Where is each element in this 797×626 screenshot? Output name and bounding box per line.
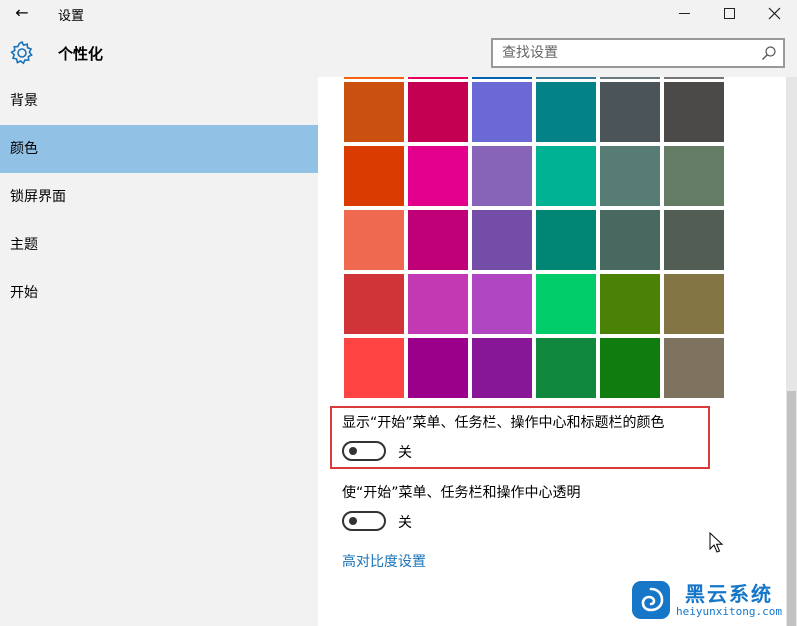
- show-color-toggle[interactable]: [342, 441, 386, 461]
- color-swatch[interactable]: [408, 274, 468, 334]
- color-swatch[interactable]: [664, 146, 724, 206]
- color-swatch[interactable]: [344, 82, 404, 142]
- color-swatch-partial[interactable]: [472, 77, 532, 79]
- watermark: 黑云系统 heiyunxitong.com: [631, 578, 791, 622]
- sidebar: 背景 颜色 锁屏界面 主题 开始: [0, 77, 318, 626]
- search-icon[interactable]: [761, 45, 777, 61]
- page-title: 个性化: [58, 45, 104, 63]
- color-swatch[interactable]: [600, 210, 660, 270]
- color-swatch[interactable]: [344, 146, 404, 206]
- color-swatch-partial[interactable]: [344, 77, 404, 79]
- gear-icon: [10, 40, 33, 65]
- sidebar-item-label: 锁屏界面: [10, 189, 66, 205]
- color-swatch[interactable]: [536, 338, 596, 398]
- back-button[interactable]: ←: [8, 2, 36, 26]
- sidebar-item-themes[interactable]: 主题: [0, 221, 318, 269]
- color-swatch[interactable]: [664, 82, 724, 142]
- color-swatch[interactable]: [344, 338, 404, 398]
- color-swatch[interactable]: [472, 274, 532, 334]
- maximize-button[interactable]: [706, 0, 752, 28]
- show-color-state: 关: [398, 445, 412, 461]
- color-swatch-partial[interactable]: [408, 77, 468, 79]
- watermark-url: heiyunxitong.com: [676, 605, 782, 618]
- color-swatch[interactable]: [600, 82, 660, 142]
- page-header: 个性化: [0, 28, 797, 77]
- color-swatch-partial[interactable]: [664, 77, 724, 79]
- color-swatch[interactable]: [472, 210, 532, 270]
- search-box[interactable]: [491, 38, 785, 68]
- minimize-icon: [679, 13, 690, 14]
- color-swatch[interactable]: [536, 82, 596, 142]
- back-arrow-icon: ←: [15, 3, 29, 22]
- window-title: 设置: [58, 9, 85, 24]
- mouse-cursor-icon: [709, 532, 724, 553]
- color-swatch[interactable]: [472, 82, 532, 142]
- transparent-label: 使“开始”菜单、任务栏和操作中心透明: [342, 485, 581, 501]
- color-swatch[interactable]: [408, 210, 468, 270]
- search-input[interactable]: [493, 40, 755, 66]
- color-swatch[interactable]: [472, 338, 532, 398]
- sidebar-item-label: 开始: [10, 285, 38, 301]
- sidebar-item-start[interactable]: 开始: [0, 269, 318, 317]
- color-swatch-partial[interactable]: [600, 77, 660, 79]
- sidebar-item-background[interactable]: 背景: [0, 77, 318, 125]
- color-swatch[interactable]: [600, 146, 660, 206]
- color-swatch[interactable]: [664, 338, 724, 398]
- sidebar-item-label: 主题: [10, 237, 38, 253]
- maximize-icon: [724, 8, 735, 19]
- color-swatch[interactable]: [344, 210, 404, 270]
- color-swatch[interactable]: [344, 274, 404, 334]
- toggle-knob: [349, 447, 357, 455]
- scrollbar[interactable]: [786, 77, 797, 626]
- title-bar: ← 设置: [0, 0, 797, 28]
- toggle-knob: [349, 517, 357, 525]
- color-swatch[interactable]: [600, 338, 660, 398]
- color-swatch[interactable]: [664, 274, 724, 334]
- color-swatch[interactable]: [600, 274, 660, 334]
- high-contrast-link[interactable]: 高对比度设置: [342, 551, 426, 571]
- color-swatch[interactable]: [408, 338, 468, 398]
- transparent-toggle[interactable]: [342, 511, 386, 531]
- transparent-state: 关: [398, 515, 412, 531]
- sidebar-item-colors[interactable]: 颜色: [0, 125, 318, 173]
- color-swatch-partial[interactable]: [536, 77, 596, 79]
- minimize-button[interactable]: [661, 0, 707, 28]
- sidebar-item-label: 背景: [10, 93, 38, 109]
- show-color-label: 显示“开始”菜单、任务栏、操作中心和标题栏的颜色: [342, 415, 665, 431]
- color-swatch[interactable]: [664, 210, 724, 270]
- color-swatch[interactable]: [408, 82, 468, 142]
- watermark-title: 黑云系统: [685, 582, 773, 606]
- color-swatch[interactable]: [536, 210, 596, 270]
- color-swatch[interactable]: [472, 146, 532, 206]
- sidebar-item-label: 颜色: [10, 141, 38, 157]
- close-button[interactable]: [751, 0, 797, 28]
- color-swatch[interactable]: [536, 274, 596, 334]
- swirl-logo-icon: [632, 581, 670, 619]
- close-icon: [768, 7, 781, 20]
- color-swatch[interactable]: [408, 146, 468, 206]
- color-swatch[interactable]: [536, 146, 596, 206]
- sidebar-item-lock-screen[interactable]: 锁屏界面: [0, 173, 318, 221]
